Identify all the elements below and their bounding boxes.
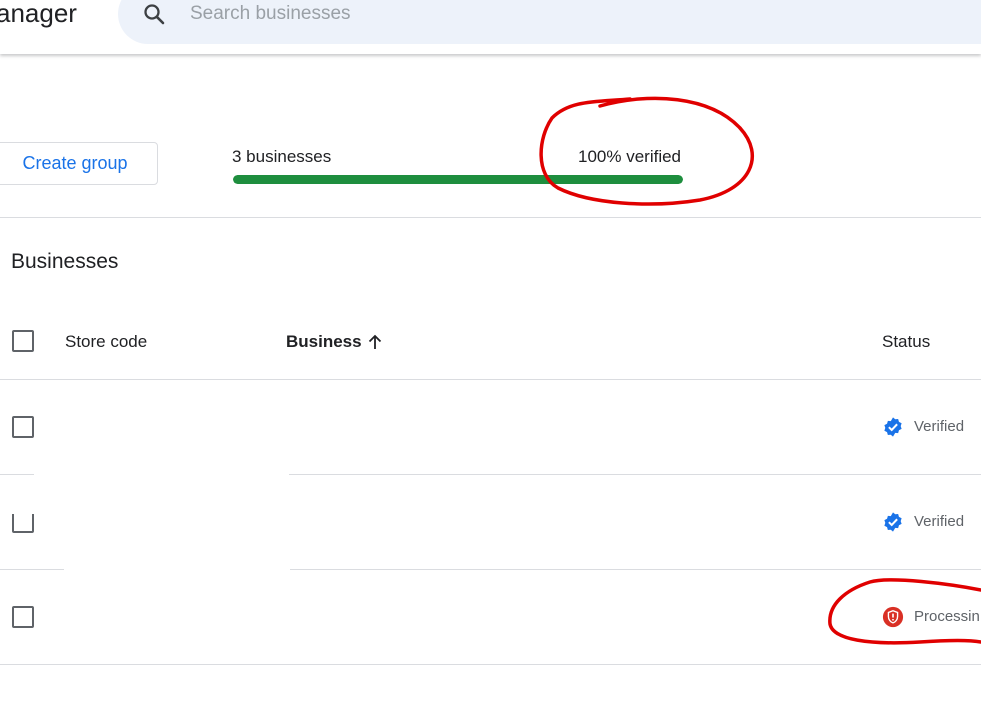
redaction-mask — [60, 570, 700, 660]
column-header-business[interactable]: Business — [286, 332, 362, 352]
verified-badge-icon — [884, 417, 902, 437]
redaction-mask — [34, 405, 289, 475]
select-all-checkbox[interactable] — [12, 330, 34, 352]
redaction-mask — [64, 514, 290, 570]
row-checkbox[interactable] — [12, 511, 34, 533]
create-group-button[interactable]: Create group — [0, 142, 158, 185]
verification-progress-fill — [233, 175, 683, 184]
row-checkbox[interactable] — [12, 416, 34, 438]
alert-shield-icon — [882, 606, 904, 628]
column-header-store-code[interactable]: Store code — [65, 332, 147, 352]
arrow-up-icon[interactable] — [367, 333, 383, 351]
status-label: Processin — [914, 608, 980, 625]
app-title: anager — [0, 0, 77, 28]
status-label: Verified — [914, 418, 965, 435]
section-divider — [0, 217, 981, 218]
verified-percentage: 100% verified — [578, 147, 682, 166]
column-header-status[interactable]: Status — [882, 332, 930, 352]
verification-progress-bar — [233, 175, 683, 184]
verified-badge-icon — [884, 512, 902, 532]
row-checkbox[interactable] — [12, 606, 34, 628]
top-app-bar: anager — [0, 0, 981, 54]
row-divider — [0, 664, 981, 665]
table-title: Businesses — [11, 250, 119, 273]
search-icon[interactable] — [142, 2, 166, 26]
table-header-divider — [0, 379, 981, 380]
status-label: Verified — [914, 513, 965, 530]
business-count: 3 businesses — [232, 147, 332, 166]
search-input[interactable] — [190, 2, 890, 26]
redaction-mask — [0, 478, 290, 514]
